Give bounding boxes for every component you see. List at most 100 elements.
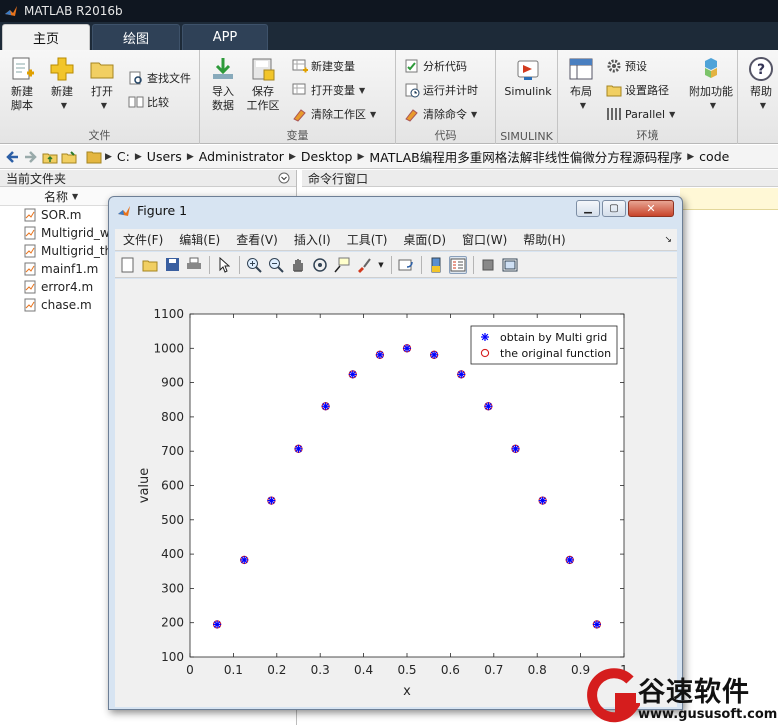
- figure-menu-bar: 文件(F) 编辑(E) 查看(V) 插入(I) 工具(T) 桌面(D) 窗口(W…: [115, 229, 677, 251]
- new-file-icon: [121, 257, 134, 272]
- breadcrumb-users[interactable]: Users: [147, 149, 182, 164]
- insert-legend-button[interactable]: [449, 255, 467, 274]
- show-plot-tools-button[interactable]: [501, 256, 519, 274]
- zoom-in-button[interactable]: [245, 256, 263, 274]
- save-figure-button[interactable]: [163, 256, 181, 274]
- insert-colorbar-button[interactable]: [427, 256, 445, 274]
- back-arrow-icon[interactable]: [4, 149, 20, 165]
- breadcrumb-separator-icon: ▶: [357, 151, 365, 162]
- file-name: mainf1.m: [41, 262, 99, 276]
- ribbon-group-environment: 布局 ▼ 预设 设置路径 Parallel ▼ 附加功能 ▼ 环境: [558, 50, 738, 144]
- tab-plots[interactable]: 绘图: [92, 24, 180, 50]
- set-path-folder-icon: [606, 85, 622, 97]
- breadcrumb-desktop[interactable]: Desktop: [301, 149, 353, 164]
- layout-label: 布局: [570, 85, 592, 98]
- new-script-button[interactable]: 新建 脚本: [3, 56, 41, 113]
- menu-file[interactable]: 文件(F): [115, 231, 171, 248]
- hide-plot-tools-button[interactable]: [479, 256, 497, 274]
- data-point-multigrid: [213, 620, 222, 629]
- toolbar-separator: [209, 255, 210, 274]
- m-file-icon: [24, 226, 36, 240]
- plot-area: [189, 313, 625, 658]
- minimize-button[interactable]: ▁: [576, 200, 600, 217]
- edit-plot-button[interactable]: [215, 256, 233, 274]
- file-name: SOR.m: [41, 208, 82, 222]
- watermark-text: 谷速软件: [638, 677, 750, 708]
- breadcrumb-administrator[interactable]: Administrator: [199, 149, 284, 164]
- new-script-label-2: 脚本: [11, 99, 33, 112]
- breadcrumb-project[interactable]: MATLAB编程用多重网格法解非线性偏微分方程源码程序: [369, 147, 682, 166]
- new-button[interactable]: 新建 ▼: [43, 56, 81, 113]
- pan-button[interactable]: [289, 256, 307, 274]
- find-files-label: 查找文件: [147, 72, 191, 85]
- breadcrumb-separator-icon: ▶: [105, 151, 112, 162]
- watermark-logo-icon: [587, 668, 640, 723]
- open-variable-icon: [292, 83, 306, 95]
- compare-label: 比较: [147, 96, 169, 109]
- chart-svg: 0 0.1 0.2 0.3 0.4 0.5 0.6 0.7 0.8 0.9 110020030040…: [137, 307, 628, 699]
- analyze-code-label: 分析代码: [423, 60, 467, 73]
- add-ons-button[interactable]: 附加功能 ▼: [686, 56, 736, 113]
- hide-plot-tools-icon: [482, 259, 494, 270]
- close-button[interactable]: ✕: [628, 200, 674, 217]
- breadcrumb-separator-icon: ▶: [134, 151, 142, 162]
- panel-menu-icon[interactable]: [278, 172, 290, 184]
- dock-arrow-icon[interactable]: ↘: [664, 235, 672, 245]
- print-figure-button[interactable]: [185, 256, 203, 274]
- data-cursor-button[interactable]: [333, 256, 351, 274]
- brush-dropdown[interactable]: ▼: [377, 256, 385, 274]
- new-figure-button[interactable]: [119, 256, 137, 274]
- new-variable-icon: [292, 59, 308, 73]
- zoom-out-button[interactable]: [267, 256, 285, 274]
- printer-icon: [187, 257, 201, 269]
- set-path-button[interactable]: 设置路径: [606, 80, 669, 100]
- maximize-button[interactable]: ▢: [602, 200, 626, 217]
- clear-commands-dropdown-icon: ▼: [471, 109, 478, 119]
- y-tick-label: 500: [161, 513, 184, 527]
- save-workspace-button[interactable]: 保存 工作区: [244, 56, 282, 113]
- simulink-button[interactable]: Simulink: [500, 56, 556, 99]
- menu-window[interactable]: 窗口(W): [454, 231, 515, 248]
- menu-help[interactable]: 帮助(H): [515, 231, 573, 248]
- layout-button[interactable]: 布局 ▼: [562, 56, 600, 113]
- folder-icon: [86, 151, 102, 163]
- open-file-button[interactable]: [141, 256, 159, 274]
- new-variable-button[interactable]: 新建变量: [292, 56, 355, 76]
- clear-commands-button[interactable]: 清除命令 ▼: [404, 104, 477, 124]
- forward-arrow-icon[interactable]: [23, 149, 39, 165]
- data-cursor-icon: [334, 257, 350, 272]
- help-button[interactable]: ? 帮助 ▼: [744, 56, 778, 113]
- watermark: 谷速软件 www.gususoft.com: [582, 666, 778, 725]
- m-file-icon: [24, 244, 36, 258]
- menu-tools[interactable]: 工具(T): [339, 231, 396, 248]
- toolbar-separator: [239, 255, 240, 274]
- browse-folder-icon[interactable]: [61, 149, 77, 165]
- clear-workspace-button[interactable]: 清除工作区 ▼: [292, 104, 376, 124]
- svg-text:?: ?: [757, 62, 765, 78]
- up-folder-icon[interactable]: [42, 149, 58, 165]
- analyze-code-button[interactable]: 分析代码: [404, 56, 467, 76]
- clear-commands-icon: [405, 109, 418, 122]
- open-variable-button[interactable]: 打开变量 ▼: [292, 80, 365, 100]
- breadcrumb-code[interactable]: code: [699, 149, 729, 164]
- breadcrumb-drive[interactable]: C:: [117, 149, 130, 164]
- menu-insert[interactable]: 插入(I): [286, 231, 339, 248]
- rotate-3d-button[interactable]: [311, 256, 329, 274]
- menu-desktop[interactable]: 桌面(D): [395, 231, 454, 248]
- new-script-icon: [12, 57, 34, 80]
- link-plot-button[interactable]: [397, 256, 415, 274]
- new-plus-icon: [50, 57, 74, 81]
- tab-home[interactable]: 主页: [2, 24, 90, 50]
- compare-button[interactable]: 比较: [128, 92, 169, 112]
- tab-apps[interactable]: APP: [182, 24, 268, 50]
- parallel-button[interactable]: Parallel ▼: [606, 104, 675, 124]
- open-button[interactable]: 打开 ▼: [83, 56, 121, 113]
- import-data-button[interactable]: 导入 数据: [204, 56, 242, 113]
- brush-button[interactable]: [355, 256, 373, 274]
- menu-view[interactable]: 查看(V): [228, 231, 286, 248]
- run-and-time-button[interactable]: 运行并计时: [404, 80, 478, 100]
- find-files-button[interactable]: 查找文件: [128, 68, 191, 88]
- menu-edit[interactable]: 编辑(E): [171, 231, 228, 248]
- preferences-button[interactable]: 预设: [606, 56, 647, 76]
- simulink-icon: [517, 60, 539, 80]
